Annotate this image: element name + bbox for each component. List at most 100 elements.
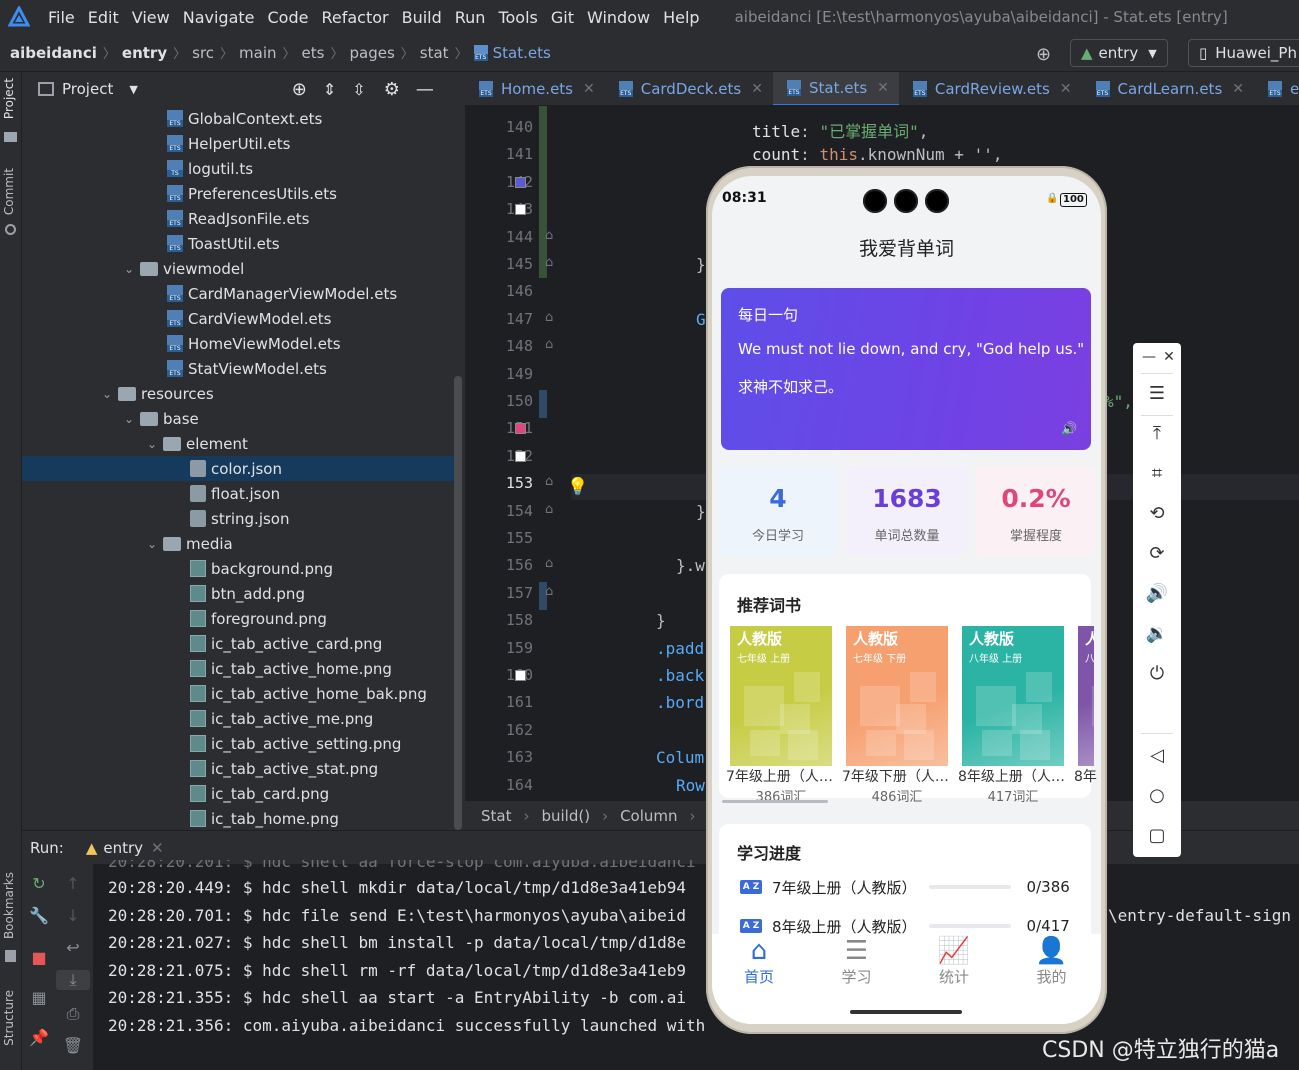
chevron-down-icon[interactable]: ▼	[129, 83, 137, 96]
recents-icon[interactable]: ▢	[1133, 825, 1181, 846]
screenshot-icon[interactable]: ⌗	[1133, 463, 1181, 484]
tree-row[interactable]: ic_tab_card.png	[22, 781, 454, 806]
tree-row[interactable]: ic_tab_active_me.png	[22, 706, 454, 731]
bookmarks-tool-tab[interactable]: Bookmarks	[2, 872, 16, 939]
book-cover[interactable]: 人八	[1078, 626, 1094, 766]
tab-me[interactable]: 👤 我的	[1017, 936, 1087, 987]
tree-row[interactable]: btn_add.png	[22, 581, 454, 606]
tab-home[interactable]: ⌂ 首页	[724, 936, 794, 987]
close-icon[interactable]: ✕	[583, 81, 595, 97]
tree-row[interactable]: ⌄ resources	[22, 381, 454, 406]
tree-row[interactable]: ⌄ element	[22, 431, 454, 456]
pin-icon[interactable]: 📌	[22, 1028, 56, 1047]
close-icon[interactable]: ✕	[1060, 81, 1072, 97]
tree-row[interactable]: ⌄ viewmodel	[22, 256, 454, 281]
color-swatch[interactable]	[515, 423, 526, 435]
color-swatch[interactable]	[515, 450, 526, 462]
tab-study[interactable]: ☰ 学习	[822, 936, 892, 987]
minimize-icon[interactable]: —	[416, 79, 434, 100]
rotate-icon[interactable]: ⟲	[1133, 503, 1181, 524]
tree-row[interactable]: ic_tab_active_home_bak.png	[22, 681, 454, 706]
breadcrumb-pages[interactable]: pages	[350, 44, 395, 62]
fold-marker-icon[interactable]: ⌂	[545, 502, 553, 517]
tree-row[interactable]: HomeViewModel.ets	[22, 331, 454, 356]
close-icon[interactable]: ✕	[151, 839, 164, 857]
fold-marker-icon[interactable]: ⌂	[545, 255, 553, 270]
fold-marker-icon[interactable]: ⌂	[545, 337, 553, 352]
tree-row[interactable]: ic_tab_active_setting.png	[22, 731, 454, 756]
crumb-stat[interactable]: Stat	[481, 807, 511, 825]
stat-card[interactable]: 0.2% 掌握程度	[976, 466, 1096, 556]
tree-row[interactable]: ToastUtil.ets	[22, 231, 454, 256]
tree-row[interactable]: logutil.ts	[22, 156, 454, 181]
chevron-down-icon[interactable]: ⌄	[100, 387, 114, 401]
breadcrumb-project[interactable]: aibeidanci	[10, 44, 97, 62]
tree-row[interactable]: ic_tab_active_card.png	[22, 631, 454, 656]
color-swatch[interactable]	[515, 176, 526, 188]
tree-row[interactable]: CardManagerViewModel.ets	[22, 281, 454, 306]
breadcrumb-file[interactable]: Stat.ets	[493, 44, 551, 62]
tree-row[interactable]: ReadJsonFile.ets	[22, 206, 454, 231]
book-cover[interactable]: 人教版 八年级 上册	[962, 626, 1064, 766]
pin-top-icon[interactable]: ⤒	[1133, 423, 1181, 444]
expand-all-icon[interactable]: ⇕	[323, 80, 336, 99]
editor-tab[interactable]: Home.ets ✕	[465, 72, 605, 105]
structure-tool-tab[interactable]: Structure	[2, 990, 16, 1046]
editor-tab[interactable]: enum	[1254, 72, 1299, 105]
gear-icon[interactable]: ⚙	[384, 79, 400, 100]
crumb-build[interactable]: build()	[541, 807, 590, 825]
breadcrumb-src[interactable]: src	[192, 44, 214, 62]
tree-row[interactable]: StatViewModel.ets	[22, 356, 454, 381]
tree-row[interactable]: ⌄ base	[22, 406, 454, 431]
menu-help[interactable]: Help	[663, 8, 699, 27]
breadcrumb-module[interactable]: entry	[122, 44, 167, 62]
menu-navigate[interactable]: Navigate	[183, 8, 255, 27]
editor-tab[interactable]: CardDeck.ets ✕	[605, 72, 773, 105]
breadcrumb-main[interactable]: main	[239, 44, 276, 62]
volume-down-icon[interactable]: 🔉	[1133, 623, 1181, 644]
fold-marker-icon[interactable]: ⌂	[545, 584, 553, 599]
tree-row[interactable]: float.json	[22, 481, 454, 506]
chevron-down-icon[interactable]: ⌄	[145, 537, 159, 551]
fold-marker-icon[interactable]: ⌂	[545, 556, 553, 571]
module-selector[interactable]: ▲ entry ▼	[1070, 39, 1168, 67]
rotate-clockwise-icon[interactable]: ⟳	[1133, 543, 1181, 564]
wrench-icon[interactable]: 🔧	[22, 906, 56, 925]
project-panel-title[interactable]: Project	[62, 80, 113, 98]
chevron-down-icon[interactable]: ⌄	[122, 262, 136, 276]
color-swatch[interactable]	[515, 204, 526, 216]
fold-marker-icon[interactable]: ⌂	[545, 310, 553, 325]
menu-file[interactable]: File	[48, 8, 75, 27]
power-icon[interactable]: ⏻	[1133, 663, 1181, 684]
up-arrow-icon[interactable]: ↑	[56, 874, 90, 893]
back-icon[interactable]: ◁	[1133, 745, 1181, 766]
menu-window[interactable]: Window	[587, 8, 650, 27]
tree-row[interactable]: background.png	[22, 556, 454, 581]
volume-up-icon[interactable]: 🔊	[1133, 583, 1181, 604]
menu-git[interactable]: Git	[551, 8, 574, 27]
menu-code[interactable]: Code	[268, 8, 309, 27]
tree-row[interactable]: GlobalContext.ets	[22, 106, 454, 131]
tree-row[interactable]: CardViewModel.ets	[22, 306, 454, 331]
color-swatch[interactable]	[515, 670, 526, 681]
crumb-column[interactable]: Column	[620, 807, 677, 825]
soft-wrap-icon[interactable]: ↩	[56, 938, 90, 957]
tree-row[interactable]: PreferencesUtils.ets	[22, 181, 454, 206]
tree-row[interactable]: ic_tab_home.png	[22, 806, 454, 831]
fold-marker-icon[interactable]: ⌂	[545, 228, 553, 243]
tree-row[interactable]: ⌄ media	[22, 531, 454, 556]
tree-row[interactable]: ic_tab_active_stat.png	[22, 756, 454, 781]
book-cover[interactable]: 人教版 七年级 上册	[730, 626, 832, 766]
locate-icon[interactable]: ⊕	[292, 79, 307, 100]
run-config-tab[interactable]: entry	[103, 839, 143, 857]
menu-edit[interactable]: Edit	[88, 8, 119, 27]
stat-card[interactable]: 1683 单词总数量	[847, 466, 967, 556]
tree-row[interactable]: foreground.png	[22, 606, 454, 631]
editor-tab[interactable]: CardLearn.ets ✕	[1082, 72, 1254, 105]
home-icon[interactable]: ○	[1133, 785, 1181, 806]
editor-tab[interactable]: CardReview.ets ✕	[899, 72, 1082, 105]
tree-row[interactable]: color.json	[22, 456, 454, 481]
speaker-icon[interactable]: 🔊	[1061, 422, 1077, 437]
breadcrumb-stat[interactable]: stat	[420, 44, 449, 62]
daily-quote-card[interactable]: 每日一句 We must not lie down, and cry, "God…	[721, 288, 1091, 450]
